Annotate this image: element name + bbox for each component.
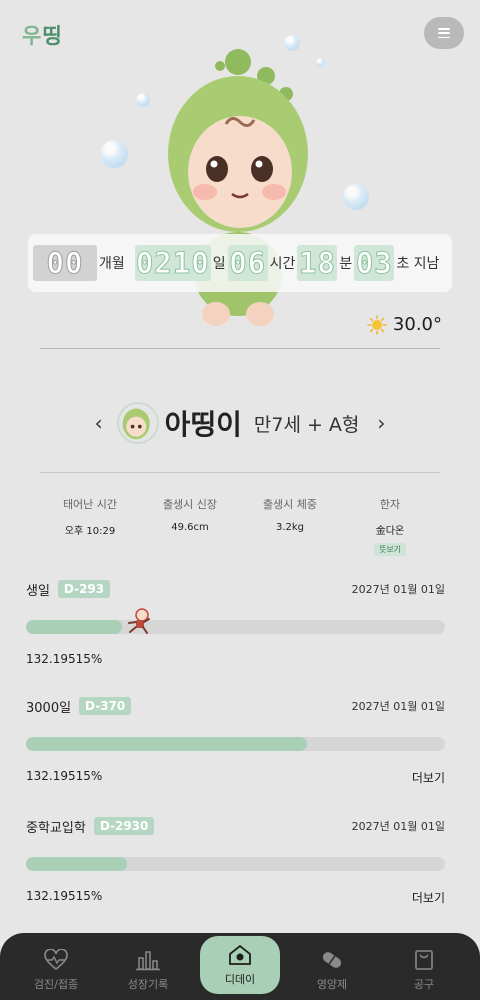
nav-label: 성장기록 [127, 978, 169, 991]
prev-child-button[interactable]: ‹ [85, 411, 113, 435]
dday-progress-bar [26, 737, 445, 751]
bottom-nav: 검진/접종 성장기록 디데이 영양제 공구 [0, 933, 480, 1000]
sun-icon [367, 314, 387, 335]
hanja-name: 한자 金다온 뜻보기 [340, 496, 440, 556]
next-child-button[interactable]: › [367, 411, 395, 435]
dday-progress-bar [26, 608, 445, 634]
timer-seconds: 03 [354, 245, 395, 281]
divider [40, 472, 440, 473]
dday-badge: D-293 [57, 580, 111, 598]
info-value: 오후 10:29 [64, 526, 116, 537]
dday-name: 3000일 [26, 700, 72, 716]
nav-supplements[interactable]: 영양제 [292, 949, 372, 992]
nav-label: 검진/접종 [33, 978, 79, 991]
dday-percent: 132.19515% [26, 652, 103, 666]
info-value: 3.2kg [275, 522, 305, 533]
home-icon [229, 944, 251, 965]
dday-percent: 132.19515% [26, 889, 103, 903]
dday-date: 2027년 01월 01일 [351, 820, 445, 833]
logo-text-1: 우 [22, 24, 41, 48]
divider [40, 348, 440, 349]
dday-percent: 132.19515% [26, 769, 103, 783]
nav-checkup[interactable]: 검진/접종 [16, 949, 96, 992]
birth-height: 출생시 신장 49.6cm [140, 496, 240, 556]
dday-progress-bar [26, 857, 445, 871]
timer-days-unit: 일 [212, 256, 226, 272]
dday-progress-fill [26, 737, 307, 751]
weather-display: 30.0° [367, 314, 442, 335]
dday-progress-fill [26, 857, 127, 871]
hamburger-icon [438, 28, 450, 38]
info-label: 출생시 체중 [262, 498, 318, 511]
bubble-decoration [343, 184, 369, 210]
dday-badge: D-370 [79, 697, 132, 715]
hanja-meaning-button[interactable]: 뜻보기 [373, 543, 407, 556]
dday-item[interactable]: 3000일 D-370 2027년 01월 01일 132.19515% 더보기 [26, 695, 445, 786]
child-age-blood: 만7세 + A형 [253, 413, 360, 436]
nav-label: 공구 [413, 978, 435, 991]
info-value: 49.6cm [171, 522, 209, 533]
dday-more-link[interactable]: 더보기 [412, 889, 445, 906]
nav-dday[interactable]: 디데이 [200, 936, 280, 994]
dday-progress-fill [26, 620, 123, 634]
avatar [116, 402, 159, 444]
info-label: 태어난 시간 [62, 498, 118, 511]
dday-name: 중학교입학 [26, 820, 86, 836]
dday-date: 2027년 01월 01일 [351, 700, 445, 713]
dday-more-link[interactable]: 더보기 [412, 769, 445, 786]
nav-growth[interactable]: 성장기록 [108, 949, 188, 992]
avatar-icon [122, 408, 150, 440]
logo-text-2: 띵 [42, 24, 61, 48]
menu-button[interactable] [424, 17, 464, 49]
temperature: 30.0° [392, 314, 442, 335]
info-value: 金다온 [375, 526, 405, 537]
dday-badge: D-2930 [93, 817, 155, 835]
nav-label: 영양제 [316, 978, 348, 991]
timer-seconds-unit: 초 지남 [396, 256, 440, 272]
timer-days: 0210 [134, 245, 211, 281]
birth-info: 태어난 시간 오후 10:29 출생시 신장 49.6cm 출생시 체중 3.2… [40, 496, 440, 556]
timer-months: 00 [33, 245, 97, 281]
timer-months-unit: 개월 [99, 256, 125, 272]
timer-hours: 06 [227, 245, 268, 281]
heartbeat-icon [44, 949, 68, 971]
birth-time: 태어난 시간 오후 10:29 [40, 496, 140, 556]
timer-minutes-unit: 분 [339, 256, 353, 272]
dday-date: 2027년 01월 01일 [351, 583, 445, 596]
nav-group-buy[interactable]: 공구 [384, 949, 464, 992]
dday-item[interactable]: 중학교입학 D-2930 2027년 01월 01일 132.19515% 더보기 [26, 815, 445, 906]
info-label: 출생시 신장 [162, 498, 218, 511]
info-label: 한자 [379, 498, 401, 511]
child-name: 아띵이 [164, 408, 242, 441]
bubble-decoration [100, 140, 128, 168]
timer-minutes: 18 [297, 245, 338, 281]
pill-icon [322, 952, 342, 968]
running-child-icon [128, 608, 150, 634]
dday-name: 생일 [26, 583, 50, 599]
birth-weight: 출생시 체중 3.2kg [240, 496, 340, 556]
elapsed-timer: 00 개월 0210 일 06 시간 18 분 03 초 지남 [28, 234, 452, 292]
nav-label: 디데이 [224, 972, 256, 986]
timer-hours-unit: 시간 [269, 256, 296, 272]
bar-chart-icon [136, 951, 160, 971]
dday-item[interactable]: 생일 D-293 2027년 01월 01일 132.19515% [26, 578, 445, 666]
child-profile: ‹ 아띵이 만7세 + A형 › [0, 402, 480, 444]
app-logo: 우 띵 [22, 20, 62, 50]
bag-icon [415, 950, 433, 970]
bubble-decoration [136, 93, 150, 107]
